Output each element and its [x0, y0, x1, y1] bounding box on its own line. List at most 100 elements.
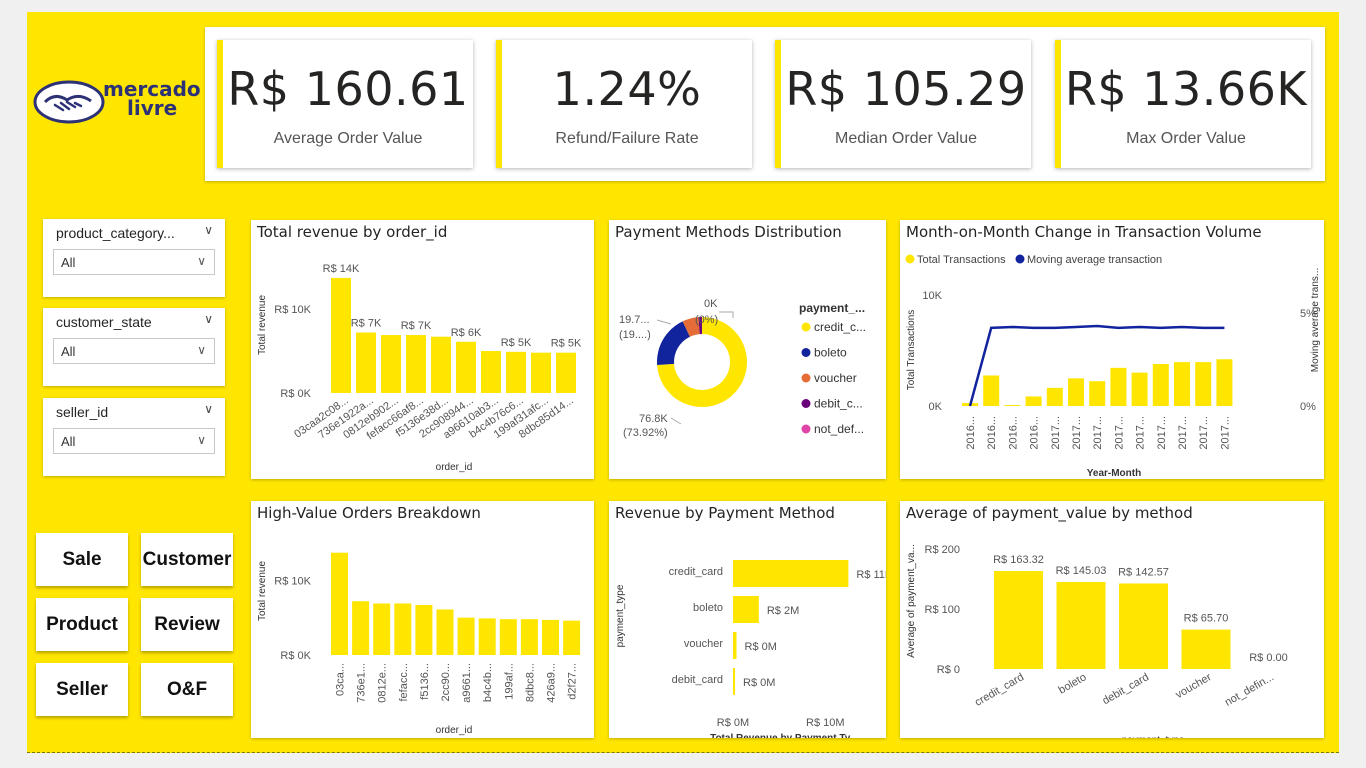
- kpi-value: R$ 160.61: [227, 62, 469, 116]
- x-tick-label: 0812e...: [377, 663, 389, 703]
- x-tick-label: 426a9...: [546, 663, 558, 703]
- x-tick-label: credit_card: [973, 671, 1026, 709]
- chart-total-revenue-by-order[interactable]: Total revenue by order_id Total revenue R…: [251, 220, 594, 479]
- nav-review-button[interactable]: Review: [141, 598, 233, 651]
- chart-payment-methods-distribution[interactable]: Payment Methods Distribution 76.8K (73.92…: [609, 220, 886, 479]
- bar: [1110, 367, 1127, 406]
- bar: [1068, 378, 1084, 406]
- y-tick-label: R$ 0K: [280, 650, 311, 662]
- slicer-dropdown[interactable]: All ∨: [53, 249, 215, 275]
- kpi-value: R$ 13.66K: [1064, 62, 1308, 116]
- data-label: R$ 0.00: [1249, 652, 1288, 664]
- kpi-value: R$ 105.29: [785, 62, 1027, 116]
- chart-revenue-by-payment-method[interactable]: Revenue by Payment Method payment_type cr…: [609, 501, 886, 738]
- slicer-customer-state[interactable]: customer_state ∨ All ∨: [43, 308, 225, 386]
- slicer-product-category[interactable]: product_category... ∨ All ∨: [43, 219, 225, 297]
- slicer-value: All: [61, 434, 76, 449]
- legend-label: Moving average transaction: [1027, 254, 1162, 266]
- legend-label: voucher: [814, 371, 857, 385]
- kpi-max-order-value[interactable]: R$ 13.66K Max Order Value: [1055, 40, 1311, 168]
- kpi-refund-failure-rate[interactable]: 1.24% Refund/Failure Rate: [496, 40, 752, 168]
- y-tick-label: boleto: [693, 602, 723, 614]
- bar: [331, 277, 351, 393]
- bar: [1046, 387, 1063, 406]
- kpi-value: 1.24%: [552, 62, 702, 116]
- bar: [499, 619, 517, 655]
- bar: [520, 619, 538, 655]
- slicer-dropdown[interactable]: All ∨: [53, 338, 215, 364]
- y-tick-label: R$ 0K: [280, 388, 311, 400]
- legend-swatch: [801, 322, 811, 332]
- legend-swatch: [801, 399, 811, 408]
- x-tick-label: 2017...: [1177, 416, 1189, 450]
- kpi-label: Refund/Failure Rate: [555, 130, 699, 147]
- y-tick-label: 0K: [929, 401, 943, 413]
- x-tick-label: R$ 0M: [717, 717, 749, 729]
- bar: [457, 617, 475, 655]
- nav-of-button[interactable]: O&F: [141, 663, 233, 716]
- kpi-median-order-value[interactable]: R$ 105.29 Median Order Value: [775, 40, 1031, 168]
- y-tick-label: R$ 0: [937, 664, 960, 676]
- slice-label: (73.92%): [623, 427, 668, 439]
- y-axis-title: Total revenue: [257, 295, 268, 355]
- legend-label: debit_c...: [814, 397, 863, 411]
- y-tick-label: credit_card: [669, 566, 723, 578]
- legend-label: boleto: [814, 346, 847, 360]
- data-label: R$ 65.70: [1184, 613, 1229, 625]
- bar: [394, 603, 412, 655]
- nav-product-button[interactable]: Product: [36, 598, 128, 651]
- kpi-label: Median Order Value: [835, 130, 977, 147]
- bar: [1089, 381, 1106, 406]
- chart-average-payment-by-method[interactable]: Average of payment_value by method Avera…: [900, 501, 1324, 738]
- chart-svg: 76.8K (73.92%) 19.7... (19....) 0K (0%) paymen…: [619, 298, 866, 439]
- legend-swatch: [801, 424, 811, 434]
- data-label: R$ 2M: [767, 605, 799, 617]
- x-tick-label: 2cc90...: [440, 663, 452, 702]
- slice-label: 19.7...: [619, 314, 650, 326]
- kpi-average-order-value[interactable]: R$ 160.61 Average Order Value: [217, 40, 473, 168]
- y-tick-label: 10K: [922, 290, 942, 302]
- slicer-seller-id[interactable]: seller_id ∨ All ∨: [43, 398, 225, 476]
- x-tick-label: R$ 10M: [806, 717, 845, 729]
- chart-high-value-orders[interactable]: High-Value Orders Breakdown Total revenu…: [251, 501, 594, 738]
- chart-month-on-month-transactions[interactable]: Month-on-Month Change in Transaction Vol…: [900, 220, 1324, 479]
- x-tick-label: voucher: [1174, 671, 1214, 701]
- bar: [373, 603, 391, 655]
- bar: [456, 341, 476, 393]
- y2-tick-label: 5%: [1300, 308, 1316, 320]
- x-axis-title: order_id: [436, 725, 473, 736]
- bar: [381, 335, 401, 393]
- bar: [531, 352, 551, 393]
- slicer-label: customer_state: [56, 314, 152, 330]
- nav-customer-button[interactable]: Customer: [141, 533, 233, 586]
- pie-slice: [657, 321, 690, 366]
- nav-sale-button[interactable]: Sale: [36, 533, 128, 586]
- data-label: R$ 142.57: [1118, 566, 1169, 578]
- bar: [733, 596, 759, 623]
- chevron-down-icon[interactable]: ∨: [204, 223, 213, 237]
- bar: [436, 609, 454, 655]
- data-label: R$ 145.03: [1056, 565, 1107, 577]
- bar: [356, 332, 376, 393]
- data-label: R$ 0M: [743, 677, 775, 689]
- y2-tick-label: 0%: [1300, 401, 1316, 413]
- y-axis-title: payment_type: [615, 584, 626, 647]
- x-tick-label: 03ca...: [335, 663, 347, 696]
- chevron-down-icon[interactable]: ∨: [204, 402, 213, 416]
- slicer-value: All: [61, 344, 76, 359]
- slicer-dropdown[interactable]: All ∨: [53, 428, 215, 454]
- nav-seller-button[interactable]: Seller: [36, 663, 128, 716]
- bar: [506, 351, 526, 393]
- x-tick-label: 199af...: [503, 663, 515, 700]
- y-tick-label: R$ 10K: [274, 575, 311, 587]
- chart-svg: Total revenue R$ 0K R$ 10K 03ca... 736e1... 0…: [257, 552, 581, 736]
- bar: [352, 601, 370, 655]
- chevron-down-icon[interactable]: ∨: [204, 312, 213, 326]
- x-axis-title: order_id: [436, 462, 473, 473]
- bar: [733, 632, 737, 659]
- kpi-label: Max Order Value: [1126, 130, 1246, 147]
- bar: [478, 618, 496, 655]
- x-tick-label: 2017...: [1092, 416, 1104, 450]
- mercado-livre-logo: mercado livre: [31, 72, 201, 132]
- x-tick-label: b4c4b...: [482, 663, 494, 702]
